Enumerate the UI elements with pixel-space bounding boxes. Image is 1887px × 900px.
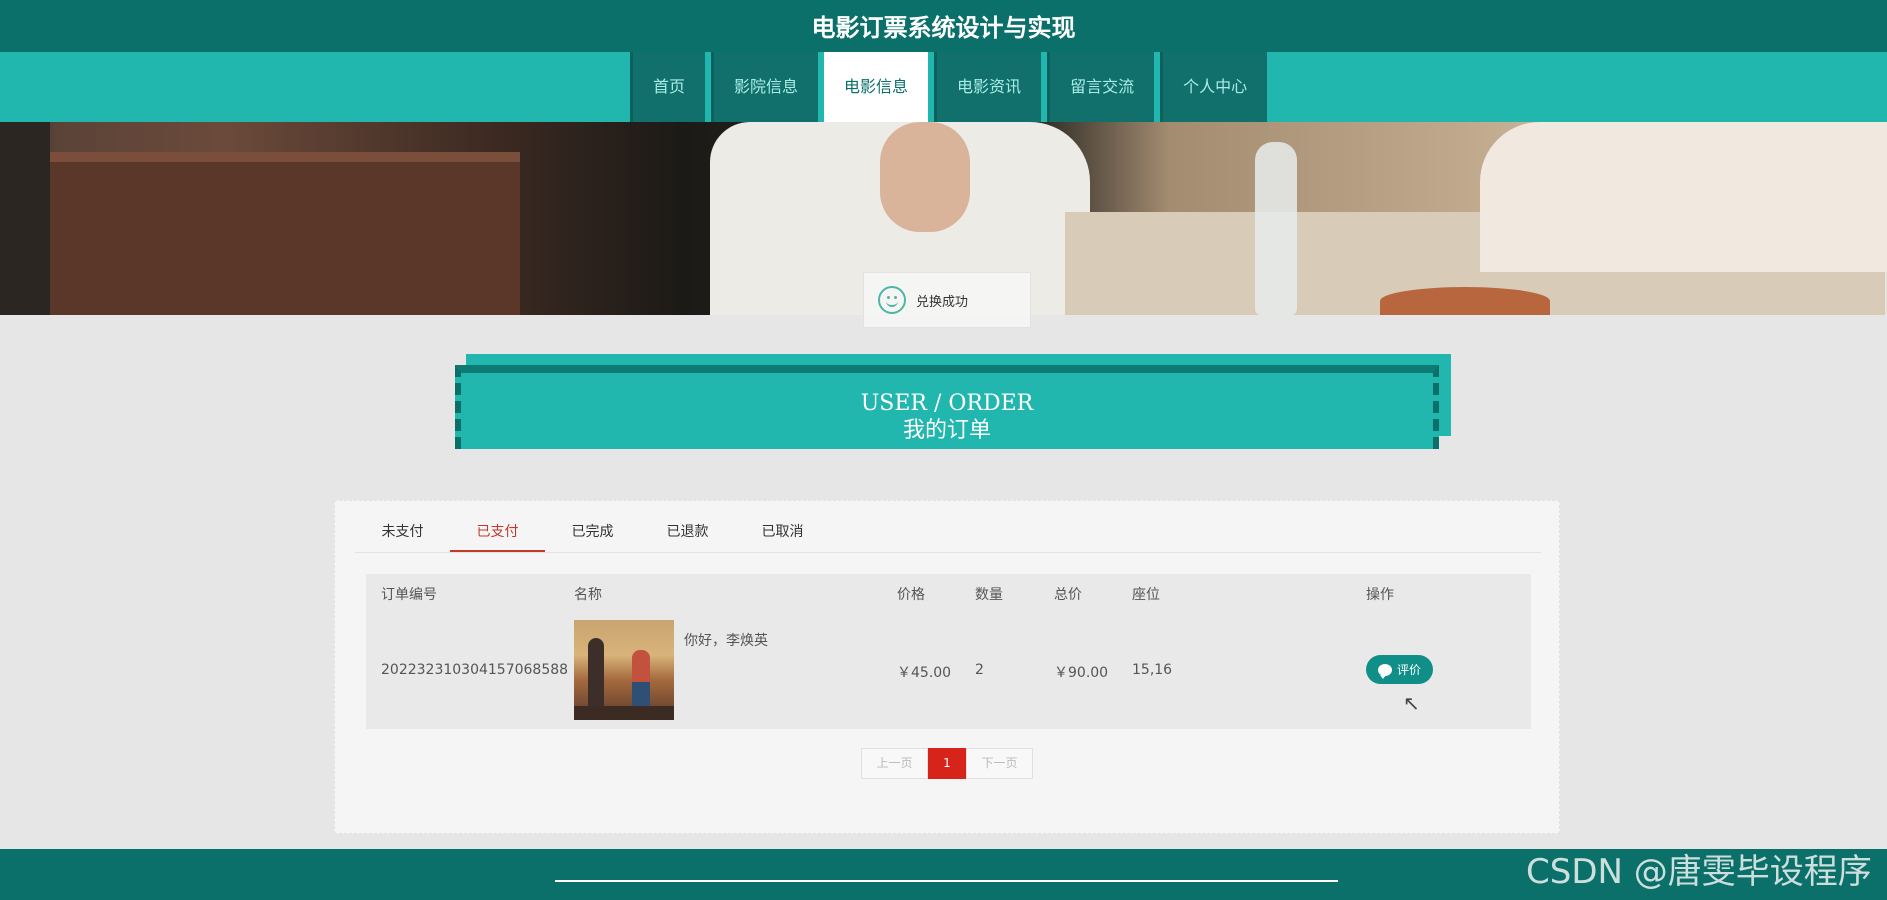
current-page-button[interactable]: 1 [928,748,966,779]
pagination: 上一页 1 下一页 [861,748,1033,779]
smile-icon [878,286,906,314]
review-button-label: 评价 [1396,663,1421,677]
order-table: 订单编号 名称 价格 数量 总价 座位 操作 20223231030415706… [366,574,1531,729]
section-heading: USER / ORDER 我的订单 [455,365,1439,449]
tab-completed[interactable]: 已完成 [545,515,640,552]
movie-poster[interactable] [574,620,674,720]
main-navbar: 首页 影院信息 电影信息 电影资讯 留言交流 个人中心 [0,52,1887,122]
price-value: ￥45.00 [897,665,952,681]
toast-notification: 兑换成功 [863,272,1031,328]
heading-chinese: 我的订单 [902,418,991,443]
order-panel: 未支付 已支付 已完成 已退款 已取消 订单编号 名称 价格 数量 总价 座位 … [334,500,1560,834]
order-number: 202232310304157068588 [381,662,569,678]
column-header-price: 价格 [897,587,925,603]
review-button[interactable]: 评价 [1366,655,1433,684]
column-header-action: 操作 [1366,587,1394,603]
tab-paid[interactable]: 已支付 [450,515,545,552]
column-header-quantity: 数量 [975,587,1003,603]
column-header-order-no: 订单编号 [381,587,437,603]
heading-english: USER / ORDER [860,391,1034,416]
nav-item-personal-center[interactable]: 个人中心 [1160,52,1268,122]
nav-item-home[interactable]: 首页 [630,52,706,122]
nav-item-message-board[interactable]: 留言交流 [1047,52,1155,122]
mouse-cursor-icon: ↖ [1403,691,1420,715]
quantity-value: 2 [975,662,984,678]
site-title: 电影订票系统设计与实现 [811,14,1076,42]
comment-icon [1377,663,1392,679]
nav-item-movie-news[interactable]: 电影资讯 [934,52,1042,122]
nav-item-movie-info[interactable]: 电影信息 [824,52,929,122]
footer-divider [555,880,1338,882]
column-header-total: 总价 [1054,587,1082,603]
toast-message: 兑换成功 [916,294,969,310]
top-header: 电影订票系统设计与实现 [0,0,1887,52]
prev-page-button[interactable]: 上一页 [861,748,928,779]
movie-name: 你好，李焕英 [684,633,768,649]
total-value: ￥90.00 [1054,665,1109,681]
column-header-name: 名称 [574,587,602,603]
nav-menu: 首页 影院信息 电影信息 电影资讯 留言交流 个人中心 [630,52,1268,122]
column-header-seat: 座位 [1132,587,1160,603]
seat-value: 15,16 [1132,662,1173,678]
tab-refunded[interactable]: 已退款 [640,515,735,552]
nav-item-cinema-info[interactable]: 影院信息 [711,52,819,122]
tab-unpaid[interactable]: 未支付 [355,515,450,552]
tab-cancelled[interactable]: 已取消 [735,515,830,552]
next-page-button[interactable]: 下一页 [966,748,1033,779]
watermark-text: CSDN @唐雯毕设程序 [1526,852,1872,892]
order-status-tabs: 未支付 已支付 已完成 已退款 已取消 [355,515,1541,553]
